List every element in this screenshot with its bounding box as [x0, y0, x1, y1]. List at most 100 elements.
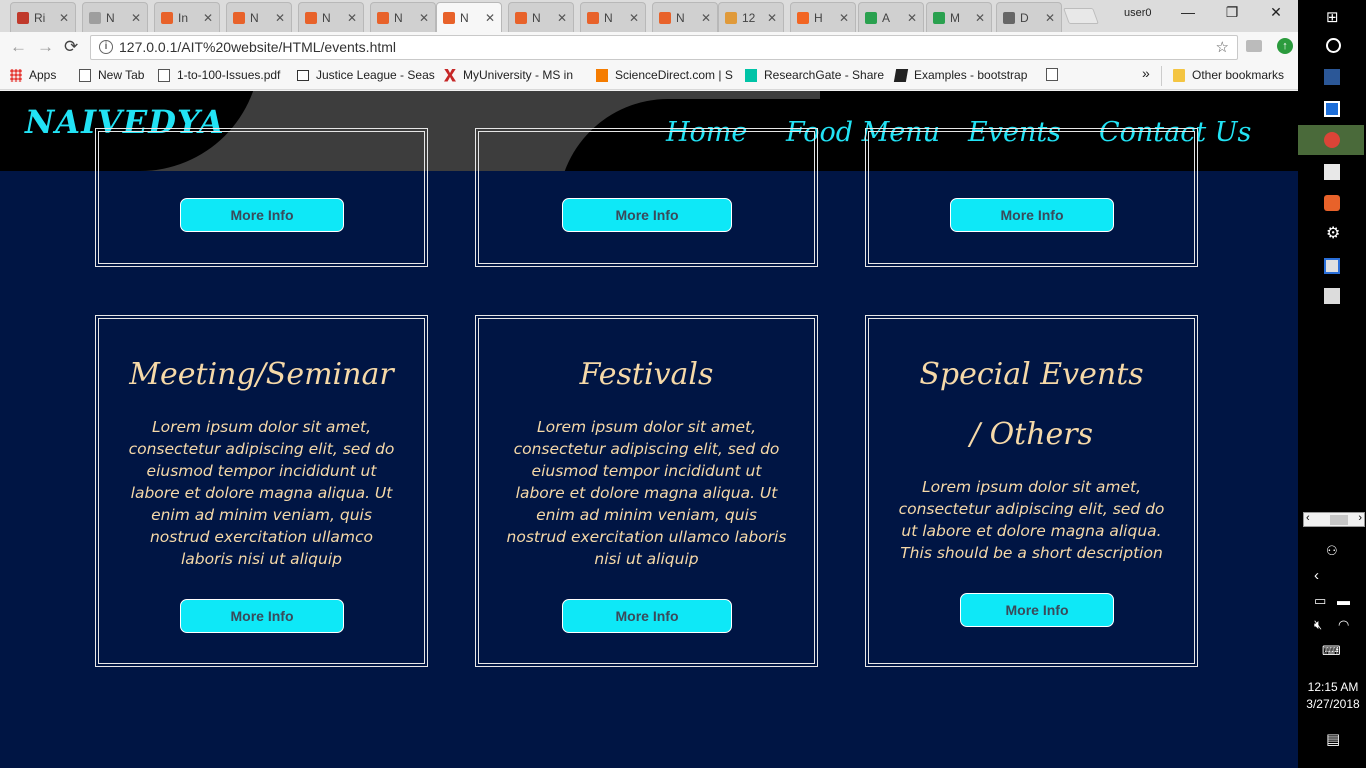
bookmark-item[interactable]: ScienceDirect.com | S [596, 68, 733, 82]
tab-title: N [676, 10, 685, 25]
notifications-icon[interactable]: ▤ [1326, 730, 1340, 748]
bookmark-item[interactable]: ResearchGate - Share [745, 68, 884, 82]
cortana-search-icon[interactable] [1326, 38, 1341, 53]
bookmark-label: New Tab [98, 68, 145, 82]
bookmark-item[interactable]: New Tab [79, 68, 144, 82]
browser-tab[interactable]: N ✕ [298, 2, 364, 32]
event-card-top-1: More Info [95, 128, 428, 267]
browser-tab[interactable]: N ✕ [226, 2, 292, 32]
tab-close-icon[interactable]: ✕ [347, 11, 357, 25]
apps-grid-icon [10, 68, 22, 82]
tab-close-icon[interactable]: ✕ [557, 11, 567, 25]
back-arrow-icon[interactable]: ← [10, 37, 27, 57]
taskbar-clock[interactable]: 12:15 AM 3/27/2018 [1300, 679, 1366, 713]
browser-tab[interactable]: N ✕ [580, 2, 646, 32]
browser-tab[interactable]: N ✕ [370, 2, 436, 32]
site-info-icon[interactable]: i [99, 40, 113, 54]
tab-favicon-icon [377, 11, 389, 24]
browser-tab[interactable]: Ri ✕ [10, 2, 76, 32]
tab-close-icon[interactable]: ✕ [767, 11, 777, 25]
taskbar-scrollbar[interactable]: ‹ › [1303, 512, 1365, 527]
extension-update-icon[interactable]: ↑ [1277, 38, 1293, 54]
tab-close-icon[interactable]: ✕ [839, 11, 849, 25]
folder-icon [1173, 68, 1185, 82]
battery-icon[interactable]: ▬ [1337, 593, 1350, 608]
new-tab-button[interactable] [1063, 8, 1099, 24]
keyboard-icon[interactable]: ⌨ [1322, 643, 1341, 659]
chevron-left-icon[interactable]: ‹ [1314, 567, 1319, 584]
scroll-right-icon[interactable]: › [1358, 512, 1362, 524]
tab-close-icon[interactable]: ✕ [131, 11, 141, 25]
word-app-icon[interactable] [1324, 69, 1340, 85]
tab-title: N [460, 10, 469, 25]
bookmark-label: 1-to-100-Issues.pdf [177, 68, 281, 82]
browser-tab[interactable]: N ✕ [652, 2, 718, 32]
bookmarks-overflow-icon[interactable]: » [1142, 65, 1150, 81]
bookmark-item[interactable]: MyUniversity - MS in [444, 68, 573, 82]
bookmark-star-icon[interactable]: ☆ [1216, 36, 1229, 59]
scroll-left-icon[interactable]: ‹ [1306, 512, 1310, 524]
profile-username[interactable]: user0 [1124, 7, 1152, 19]
people-icon[interactable]: ⚇ [1326, 543, 1338, 559]
browser-tab[interactable]: M ✕ [926, 2, 992, 32]
url-text: 127.0.0.1/AIT%20website/HTML/events.html [119, 39, 397, 55]
minimize-button[interactable]: — [1166, 4, 1210, 24]
settings-gear-icon[interactable]: ⚙ [1326, 223, 1342, 242]
more-info-button[interactable]: More Info [562, 198, 732, 232]
browser-tab[interactable]: D ✕ [996, 2, 1062, 32]
photos-app-icon[interactable] [1324, 288, 1340, 304]
maximize-button[interactable]: ❐ [1210, 4, 1254, 24]
tab-close-icon[interactable]: ✕ [59, 11, 69, 25]
tab-title: 12 [742, 10, 756, 25]
tab-favicon-icon [515, 11, 527, 24]
scroll-thumb[interactable] [1330, 515, 1348, 525]
browser-tab[interactable]: N ✕ [82, 2, 148, 32]
volume-muted-icon[interactable]: 🔇︎ [1314, 617, 1322, 633]
more-info-button[interactable]: More Info [950, 198, 1114, 232]
tab-close-icon[interactable]: ✕ [975, 11, 985, 25]
display-icon[interactable]: ▭ [1314, 593, 1326, 609]
other-bookmarks[interactable]: Other bookmarks [1173, 68, 1284, 82]
tab-close-icon[interactable]: ✕ [275, 11, 285, 25]
reload-icon[interactable]: ⟳ [64, 37, 78, 57]
browser-tab[interactable]: A ✕ [858, 2, 924, 32]
browser-toolbar: ← → ⟳ i 127.0.0.1/AIT%20website/HTML/eve… [0, 32, 1298, 62]
address-bar[interactable]: i 127.0.0.1/AIT%20website/HTML/events.ht… [90, 35, 1238, 60]
tab-close-icon[interactable]: ✕ [485, 11, 495, 25]
more-info-button[interactable]: More Info [562, 599, 732, 633]
browser-tab[interactable]: H ✕ [790, 2, 856, 32]
close-window-button[interactable]: ✕ [1254, 4, 1298, 24]
tab-favicon-icon [443, 11, 455, 24]
browser-tab[interactable]: N ✕ [508, 2, 574, 32]
chrome-app-icon[interactable] [1324, 132, 1340, 148]
bookmark-item[interactable]: 1-to-100-Issues.pdf [158, 68, 280, 82]
bookmark-item[interactable] [1046, 68, 1065, 81]
bookmark-item[interactable]: Examples - bootstrap [893, 68, 1027, 82]
xampp-app-icon[interactable] [1324, 195, 1340, 211]
more-info-button[interactable]: More Info [180, 198, 344, 232]
more-info-button[interactable]: More Info [960, 593, 1114, 627]
forward-arrow-icon[interactable]: → [37, 37, 54, 57]
rg-logo-icon [745, 68, 757, 82]
notepad-app-icon[interactable] [1324, 164, 1340, 180]
wifi-icon[interactable]: ◠ [1338, 617, 1349, 633]
tab-close-icon[interactable]: ✕ [907, 11, 917, 25]
card-title: Festivals [579, 357, 714, 392]
tab-close-icon[interactable]: ✕ [629, 11, 639, 25]
bookmark-item[interactable]: Apps [10, 68, 56, 82]
task-view-app-icon[interactable] [1324, 101, 1340, 117]
windows-start-icon[interactable]: ⊞ [1326, 8, 1342, 26]
tab-close-icon[interactable]: ✕ [1045, 11, 1055, 25]
browser-tab[interactable]: 12 ✕ [718, 2, 784, 32]
browser-tab[interactable]: In ✕ [154, 2, 220, 32]
window-app-icon[interactable] [1324, 258, 1340, 274]
extension-chart-icon[interactable] [1246, 40, 1262, 52]
tab-title: M [950, 10, 960, 25]
browser-tab[interactable]: N ✕ [436, 2, 502, 32]
tab-close-icon[interactable]: ✕ [701, 11, 711, 25]
tab-close-icon[interactable]: ✕ [203, 11, 213, 25]
tab-close-icon[interactable]: ✕ [419, 11, 429, 25]
more-info-button[interactable]: More Info [180, 599, 344, 633]
event-card-meeting-seminar: Meeting/Seminar Lorem ipsum dolor sit am… [95, 315, 428, 667]
bookmark-item[interactable]: Justice League - Seas [297, 68, 435, 82]
